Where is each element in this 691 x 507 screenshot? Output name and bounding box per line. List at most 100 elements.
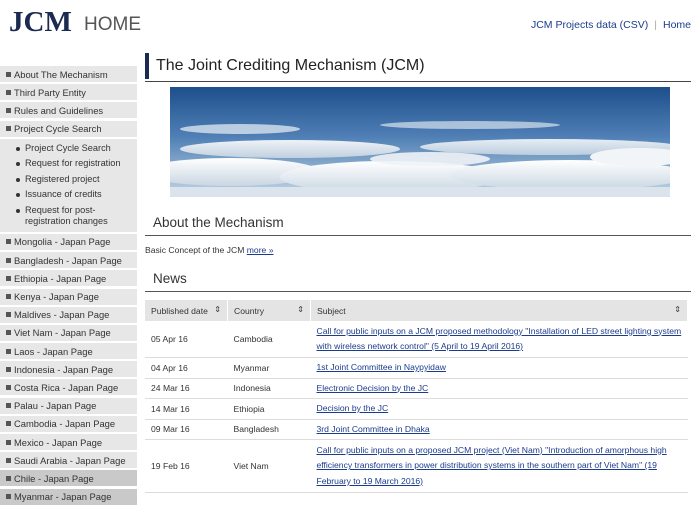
news-subject-link[interactable]: Call for public inputs on a JCM proposed… xyxy=(317,326,682,352)
sidebar-item-country[interactable]: Costa Rica - Japan Page xyxy=(0,379,137,396)
news-subject-link[interactable]: 1st Joint Committee in Naypyidaw xyxy=(317,362,446,372)
cell-subject: 3rd Joint Committee in Dhaka xyxy=(310,419,688,440)
square-bullet-icon xyxy=(6,439,11,445)
header-label: Country xyxy=(234,305,265,316)
bullet-icon xyxy=(16,208,20,213)
sidebar-item-label: Viet Nam - Japan Page xyxy=(14,327,111,339)
more-link[interactable]: more » xyxy=(247,245,274,255)
sidebar-item-country[interactable]: Saudi Arabia - Japan Page xyxy=(0,452,137,469)
jcm-logo[interactable]: JCM xyxy=(9,6,72,39)
sidebar-subitem-post-registration[interactable]: Request for post-registration changes xyxy=(14,203,137,230)
sidebar-item-label: Chile - Japan Page xyxy=(14,472,94,484)
sidebar-item-label: Project Cycle Search xyxy=(14,123,102,135)
sidebar-item-third-party[interactable]: Third Party Entity xyxy=(0,84,137,101)
sidebar-item-country[interactable]: Ethiopia - Japan Page xyxy=(0,270,137,287)
table-row: 09 Mar 16 Bangladesh 3rd Joint Committee i… xyxy=(145,419,688,440)
cell-subject: Decision by the JC xyxy=(310,398,688,420)
top-links: JCM Projects data (CSV) | Home xyxy=(531,19,691,31)
square-bullet-icon xyxy=(6,89,11,95)
square-bullet-icon xyxy=(6,294,11,299)
sidebar-subitem-label: Request for post-registration changes xyxy=(25,204,108,227)
sidebar-item-country[interactable]: Chile - Japan Page xyxy=(0,470,137,487)
sidebar-subitem-registered-project[interactable]: Registered project xyxy=(14,172,137,188)
sidebar-subitem-label: Registered project xyxy=(25,173,100,184)
cell-subject: Call for public inputs on a JCM proposed… xyxy=(310,321,688,358)
col-subject[interactable]: Subject ⇕ xyxy=(310,300,688,321)
col-published-date[interactable]: Published date ⇕ xyxy=(145,300,228,321)
col-country[interactable]: Country ⇕ xyxy=(227,300,311,321)
sidebar-item-country[interactable]: Laos - Japan Page xyxy=(0,343,137,360)
square-bullet-icon xyxy=(6,126,11,132)
news-heading: News xyxy=(153,271,187,286)
square-bullet-icon xyxy=(6,457,11,463)
header-label: Subject xyxy=(317,305,346,316)
sidebar-item-country[interactable]: Palau - Japan Page xyxy=(0,397,137,414)
news-subject-link[interactable]: 3rd Joint Committee in Dhaka xyxy=(317,424,430,434)
table-row: 24 Mar 16 Indonesia Electronic Decision by… xyxy=(145,378,688,399)
sidebar-submenu: Project Cycle Search Request for registr… xyxy=(0,138,137,232)
cell-country: Viet Nam xyxy=(227,439,311,493)
square-bullet-icon xyxy=(6,384,11,390)
sidebar-item-country[interactable]: Mongolia - Japan Page xyxy=(0,233,137,250)
news-subject-link[interactable]: Call for public inputs on a proposed JCM… xyxy=(317,445,667,486)
square-bullet-icon xyxy=(6,107,11,113)
sidebar: About The Mechanism Third Party Entity R… xyxy=(0,66,137,507)
sidebar-item-label: Indonesia - Japan Page xyxy=(14,363,114,375)
basic-concept-text: Basic Concept of the JCM more » xyxy=(145,245,274,255)
cell-date: 09 Mar 16 xyxy=(145,419,228,440)
news-divider xyxy=(145,291,691,292)
news-table-header: Published date ⇕ Country ⇕ Subject ⇕ xyxy=(145,300,688,321)
news-subject-link[interactable]: Electronic Decision by the JC xyxy=(317,383,429,393)
sidebar-item-project-cycle[interactable]: Project Cycle Search xyxy=(0,120,137,137)
sidebar-subitem-request-registration[interactable]: Request for registration xyxy=(14,156,137,172)
sidebar-item-label: Bangladesh - Japan Page xyxy=(14,254,122,266)
sidebar-subitem-issuance-credits[interactable]: Issuance of credits xyxy=(14,187,137,203)
sidebar-item-country[interactable]: Viet Nam - Japan Page xyxy=(0,324,137,341)
link-separator: | xyxy=(654,19,657,31)
sort-icon[interactable]: ⇕ xyxy=(297,305,304,314)
sidebar-item-label: Palau - Japan Page xyxy=(14,400,97,412)
cell-subject: Electronic Decision by the JC xyxy=(310,378,688,399)
sidebar-item-about[interactable]: About The Mechanism xyxy=(0,66,137,82)
square-bullet-icon xyxy=(6,312,11,318)
sidebar-item-label: Cambodia - Japan Page xyxy=(14,418,116,430)
sidebar-subitem-label: Request for registration xyxy=(25,158,121,169)
sidebar-subitem-project-cycle-search[interactable]: Project Cycle Search xyxy=(14,141,137,157)
bullet-icon xyxy=(16,162,20,167)
cell-subject: 1st Joint Committee in Naypyidaw xyxy=(310,357,688,379)
home-label[interactable]: HOME xyxy=(84,14,141,36)
sidebar-item-country[interactable]: Cambodia - Japan Page xyxy=(0,415,137,432)
cell-subject: Call for public inputs on a proposed JCM… xyxy=(310,439,688,493)
table-row: 14 Mar 16 Ethiopia Decision by the JC xyxy=(145,398,688,420)
sidebar-item-label: Myanmar - Japan Page xyxy=(14,491,112,503)
square-bullet-icon xyxy=(6,403,11,409)
square-bullet-icon xyxy=(6,421,11,427)
news-table: Published date ⇕ Country ⇕ Subject ⇕ 05 Apr… xyxy=(145,300,688,493)
home-link[interactable]: Home xyxy=(663,19,691,31)
sidebar-item-rules[interactable]: Rules and Guidelines xyxy=(0,102,137,119)
sidebar-item-country[interactable]: Mexico - Japan Page xyxy=(0,434,137,450)
table-row: 05 Apr 16 Cambodia Call for public inputs … xyxy=(145,321,688,358)
sidebar-item-label: Mongolia - Japan Page xyxy=(14,236,111,248)
sidebar-item-label: Third Party Entity xyxy=(14,86,86,98)
about-divider xyxy=(145,235,691,236)
sort-icon[interactable]: ⇕ xyxy=(674,305,681,314)
sidebar-item-country[interactable]: Myanmar - Japan Page xyxy=(0,488,137,505)
sidebar-item-label: Mexico - Japan Page xyxy=(14,436,103,448)
sidebar-item-country[interactable]: Maldives - Japan Page xyxy=(0,306,137,323)
title-accent xyxy=(145,53,149,79)
bullet-icon xyxy=(16,177,20,182)
sky-banner-image xyxy=(170,87,670,197)
sidebar-item-country[interactable]: Kenya - Japan Page xyxy=(0,288,137,305)
sidebar-item-country[interactable]: Bangladesh - Japan Page xyxy=(0,252,137,269)
country-list: Mongolia - Japan Page Bangladesh - Japan … xyxy=(0,233,137,505)
news-subject-link[interactable]: Decision by the JC xyxy=(317,403,389,413)
sidebar-subitem-label: Issuance of credits xyxy=(25,189,102,200)
projects-csv-link[interactable]: JCM Projects data (CSV) xyxy=(531,19,648,31)
page-title: The Joint Crediting Mechanism (JCM) xyxy=(156,57,425,74)
cell-country: Myanmar xyxy=(227,357,311,379)
sidebar-item-country[interactable]: Indonesia - Japan Page xyxy=(0,361,137,378)
sort-icon[interactable]: ⇕ xyxy=(214,305,221,314)
cell-country: Cambodia xyxy=(227,321,311,358)
sidebar-item-label: About The Mechanism xyxy=(14,68,108,80)
